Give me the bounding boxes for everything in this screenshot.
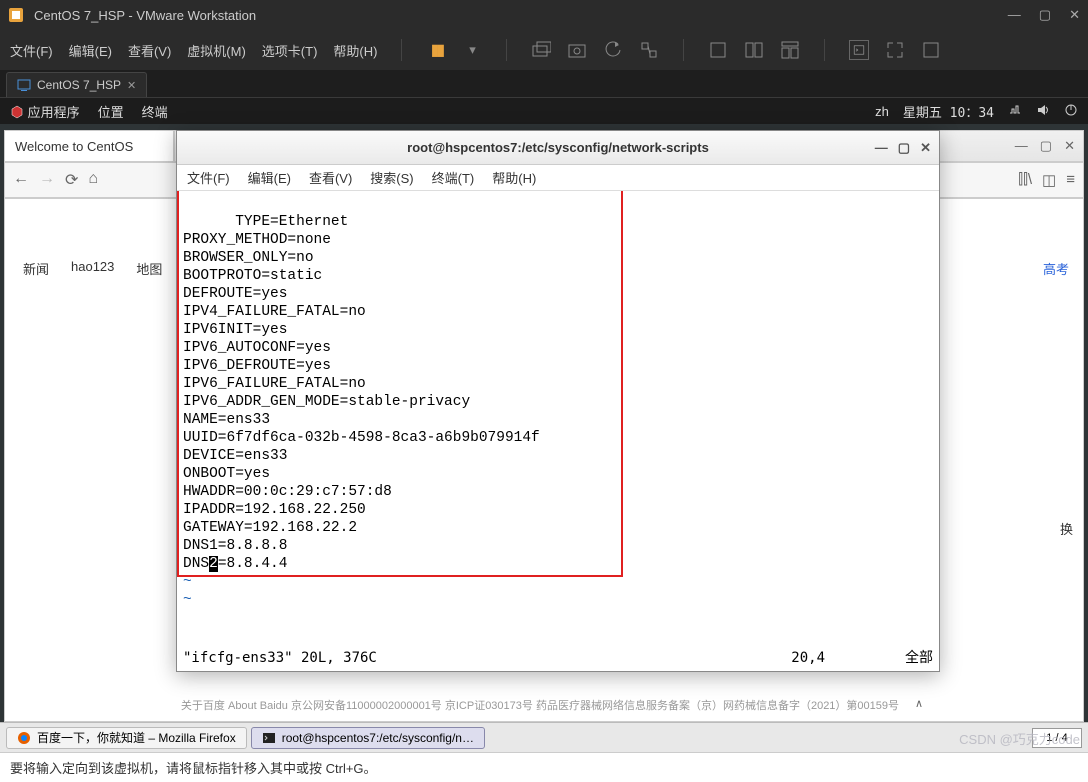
- baidu-link-hao123[interactable]: hao123: [71, 259, 114, 278]
- ff-min[interactable]: —: [1015, 138, 1028, 154]
- vmware-tab-strip: CentOS 7_HSP ✕: [0, 70, 1088, 98]
- snapshot-icon[interactable]: [567, 40, 587, 60]
- vim-status-line: "ifcfg-ens33" 20L, 376C20,4全部: [183, 649, 933, 667]
- library-icon[interactable]: ⫿⫿\: [1018, 171, 1032, 189]
- terminal-menubar: 文件(F) 编辑(E) 查看(V) 搜索(S) 终端(T) 帮助(H): [177, 165, 939, 191]
- gnome-taskbar: 百度一下，你就知道 – Mozilla Firefox root@hspcent…: [0, 722, 1088, 752]
- forward-icon[interactable]: →: [39, 170, 55, 190]
- ff-close[interactable]: ✕: [1064, 138, 1075, 154]
- baidu-link-gaokao[interactable]: 高考: [1043, 259, 1069, 278]
- terminal-window[interactable]: root@hspcentos7:/etc/sysconfig/network-s…: [176, 130, 940, 672]
- vmware-logo-icon: [8, 7, 24, 23]
- pause-icon[interactable]: ▮▮: [426, 40, 446, 60]
- vmware-statusbar: 要将输入定向到该虚拟机，请将鼠标指针移入其中或按 Ctrl+G。: [0, 752, 1088, 782]
- guest-desktop: 应用程序 位置 终端 zh 星期五 10：34 Welcome to CentO…: [0, 98, 1088, 752]
- fullscreen-icon[interactable]: [885, 40, 905, 60]
- baidu-link-news[interactable]: 新闻: [23, 259, 49, 278]
- ff-max[interactable]: ▢: [1040, 138, 1052, 154]
- vm-tab-label: CentOS 7_HSP: [37, 78, 121, 92]
- baidu-huan[interactable]: 换: [1060, 519, 1073, 538]
- network-icon[interactable]: [1008, 103, 1022, 120]
- term-close[interactable]: ✕: [920, 140, 931, 156]
- vm-tab[interactable]: CentOS 7_HSP ✕: [6, 72, 147, 97]
- volume-icon[interactable]: [1036, 103, 1050, 120]
- close-icon[interactable]: ✕: [127, 79, 136, 92]
- minimize-button[interactable]: —: [1008, 7, 1021, 23]
- term-max[interactable]: ▢: [898, 140, 910, 156]
- layout-single-icon[interactable]: [708, 40, 728, 60]
- menu-help[interactable]: 帮助(H): [333, 41, 377, 60]
- menu-file[interactable]: 文件(F): [10, 41, 53, 60]
- baidu-footer: 关于百度 About Baidu 京公网安备11000002000001号 京I…: [5, 697, 1083, 713]
- task-firefox[interactable]: 百度一下，你就知道 – Mozilla Firefox: [6, 727, 247, 749]
- term-menu-help[interactable]: 帮助(H): [492, 168, 536, 187]
- vmware-status-text: 要将输入定向到该虚拟机，请将鼠标指针移入其中或按 Ctrl+G。: [10, 758, 377, 777]
- menu-view[interactable]: 查看(V): [128, 41, 171, 60]
- back-icon[interactable]: ←: [13, 170, 29, 190]
- maximize-button[interactable]: ▢: [1039, 7, 1051, 23]
- hamburger-icon[interactable]: ≡: [1066, 171, 1075, 189]
- console-icon[interactable]: [849, 40, 869, 60]
- gnome-top-bar: 应用程序 位置 终端 zh 星期五 10：34: [0, 98, 1088, 124]
- menu-tabs[interactable]: 选项卡(T): [262, 41, 318, 60]
- terminal-title-text: root@hspcentos7:/etc/sysconfig/network-s…: [407, 140, 709, 155]
- welcome-text: Welcome to CentOS: [15, 139, 133, 154]
- sidebar-icon[interactable]: ◫: [1042, 171, 1056, 189]
- power-dropdown-icon[interactable]: ▾: [462, 40, 482, 60]
- terminal-titlebar: root@hspcentos7:/etc/sysconfig/network-s…: [177, 131, 939, 165]
- reload-icon[interactable]: ⟳: [65, 170, 78, 190]
- baidu-link-map[interactable]: 地图: [136, 259, 162, 278]
- power-icon[interactable]: [1064, 103, 1078, 120]
- tray-lang[interactable]: zh: [875, 104, 889, 119]
- home-icon[interactable]: ⌂: [88, 170, 98, 190]
- apps-menu[interactable]: 应用程序: [10, 102, 80, 121]
- terminal-menu[interactable]: 终端: [142, 102, 168, 121]
- snapshot-revert-icon[interactable]: [603, 40, 623, 60]
- send-cad-icon[interactable]: [531, 40, 551, 60]
- term-menu-search[interactable]: 搜索(S): [370, 168, 413, 187]
- vmware-title-text: CentOS 7_HSP - VMware Workstation: [34, 8, 256, 23]
- close-button[interactable]: ✕: [1069, 7, 1080, 23]
- tray-clock[interactable]: 星期五 10：34: [903, 102, 994, 121]
- snapshot-manage-icon[interactable]: [639, 40, 659, 60]
- vmware-menubar: 文件(F) 编辑(E) 查看(V) 虚拟机(M) 选项卡(T) 帮助(H) ▮▮…: [0, 30, 1088, 70]
- welcome-panel: Welcome to CentOS: [4, 130, 174, 162]
- places-menu[interactable]: 位置: [98, 102, 124, 121]
- menu-edit[interactable]: 编辑(E): [69, 41, 112, 60]
- term-menu-view[interactable]: 查看(V): [309, 168, 352, 187]
- terminal-body[interactable]: TYPE=Ethernet PROXY_METHOD=none BROWSER_…: [177, 191, 939, 671]
- term-menu-edit[interactable]: 编辑(E): [248, 168, 291, 187]
- scroll-top-icon[interactable]: ∧: [915, 697, 923, 710]
- menu-vm[interactable]: 虚拟机(M): [187, 41, 246, 60]
- vmware-titlebar: CentOS 7_HSP - VMware Workstation — ▢ ✕: [0, 0, 1088, 30]
- term-menu-terminal[interactable]: 终端(T): [432, 168, 475, 187]
- workspace-switcher[interactable]: 1 / 4: [1032, 728, 1082, 748]
- unity-icon[interactable]: [780, 40, 800, 60]
- layout-split-icon[interactable]: [744, 40, 764, 60]
- term-min[interactable]: —: [875, 140, 888, 156]
- task-terminal[interactable]: root@hspcentos7:/etc/sysconfig/n…: [251, 727, 485, 749]
- stretch-icon[interactable]: [921, 40, 941, 60]
- cursor: 2: [209, 556, 218, 572]
- term-menu-file[interactable]: 文件(F): [187, 168, 230, 187]
